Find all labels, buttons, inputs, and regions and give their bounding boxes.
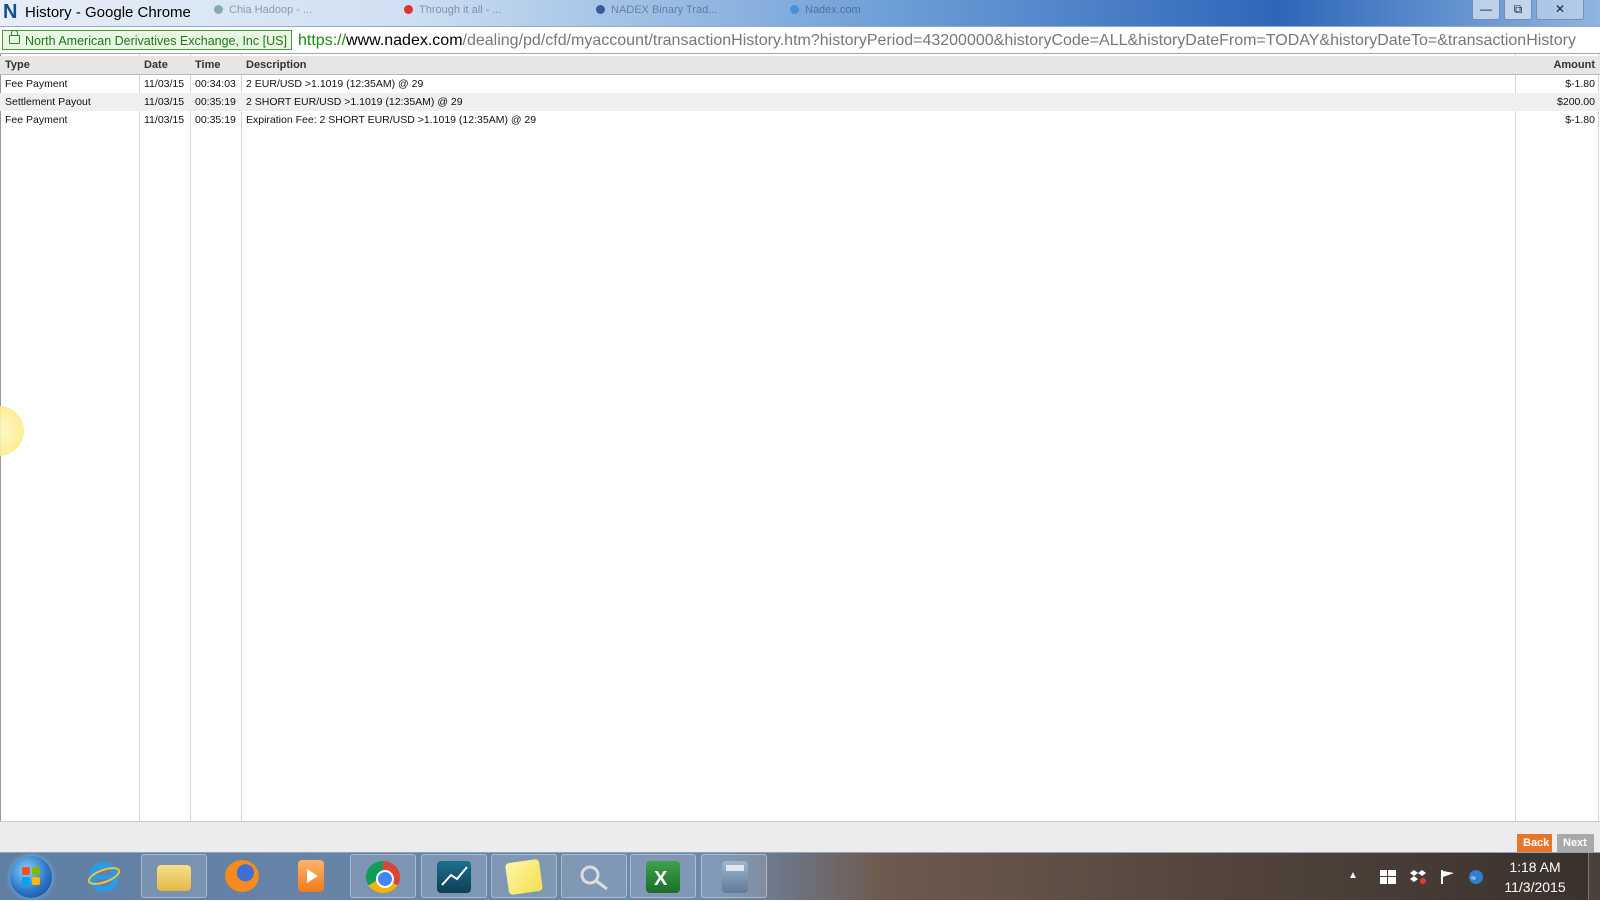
taskbar-firefox[interactable]	[210, 854, 276, 898]
cell-time: 00:35:19	[195, 96, 236, 108]
excel-icon: X	[646, 861, 680, 893]
close-icon[interactable]: ✕	[1536, 0, 1584, 20]
clock-time: 1:18 AM	[1509, 859, 1561, 875]
sticky-notes-icon	[504, 858, 544, 896]
system-clock[interactable]: 1:18 AM 11/3/2015	[1492, 857, 1578, 897]
back-button[interactable]: Back	[1517, 834, 1552, 853]
window-title: History - Google Chrome	[25, 4, 191, 21]
window-title-bar: N History - Google Chrome Chia Hadoop - …	[0, 0, 1600, 26]
taskbar-trading-platform[interactable]	[421, 854, 487, 898]
trading-chart-icon	[437, 861, 471, 893]
taskbar-calculator[interactable]	[701, 854, 767, 898]
cell-description: Expiration Fee: 2 SHORT EUR/USD >1.1019 …	[246, 114, 537, 126]
network-key-icon	[577, 861, 611, 893]
cell-amount: $-1.80	[1565, 114, 1595, 126]
cursor-highlight	[0, 406, 24, 456]
windows-logo-icon	[22, 867, 40, 885]
column-header-time[interactable]: Time	[195, 56, 220, 75]
taskbar-chrome[interactable]	[350, 854, 416, 898]
folder-icon	[157, 865, 191, 891]
ev-certificate-label: North American Derivatives Exchange, Inc…	[25, 34, 287, 48]
cell-description: 2 SHORT EUR/USD >1.1019 (12:35AM) @ 29	[246, 96, 463, 108]
table-row: Fee Payment 11/03/15 00:34:03 2 EUR/USD …	[0, 75, 1600, 93]
windows-update-icon[interactable]	[1380, 870, 1396, 884]
calculator-icon	[722, 861, 748, 893]
chrome-icon	[366, 861, 400, 893]
lock-icon	[9, 30, 20, 44]
next-button[interactable]: Next	[1557, 834, 1594, 853]
ev-certificate-badge[interactable]: North American Derivatives Exchange, Inc…	[2, 30, 292, 50]
pagination-footer: Back Next	[0, 821, 1600, 853]
taskbar-excel[interactable]: X	[630, 854, 696, 898]
table-row: Settlement Payout 11/03/15 00:35:19 2 SH…	[0, 93, 1600, 111]
taskbar-network-tool[interactable]	[561, 854, 627, 898]
windows-start-button[interactable]	[10, 856, 52, 898]
background-tab[interactable]: Through it all - ...	[404, 4, 502, 22]
minimize-icon[interactable]: —	[1472, 0, 1500, 20]
cell-time: 00:35:19	[195, 114, 236, 126]
action-center-flag-icon[interactable]	[1440, 870, 1456, 884]
cell-date: 11/03/15	[144, 96, 185, 108]
table-row: Fee Payment 11/03/15 00:35:19 Expiration…	[0, 111, 1600, 129]
svg-text:X: X	[654, 868, 668, 890]
show-hidden-icons-icon[interactable]: ▲	[1348, 870, 1364, 884]
column-header-amount[interactable]: Amount	[1553, 56, 1595, 75]
background-tab[interactable]: NADEX Binary Trad...	[596, 4, 717, 22]
clock-date: 11/3/2015	[1504, 879, 1566, 895]
taskbar-file-explorer[interactable]	[141, 854, 207, 898]
internet-explorer-icon	[87, 860, 121, 892]
background-tab[interactable]: Nadex.com	[790, 4, 861, 22]
taskbar-sticky-notes[interactable]	[491, 854, 557, 898]
cell-amount: $-1.80	[1565, 78, 1595, 90]
cell-description: 2 EUR/USD >1.1019 (12:35AM) @ 29	[246, 78, 424, 90]
taskbar-internet-explorer[interactable]	[72, 854, 138, 898]
cell-amount: $200.00	[1557, 96, 1595, 108]
cell-date: 11/03/15	[144, 114, 185, 126]
firefox-icon	[225, 860, 259, 892]
table-header: Type Date Time Description Amount	[0, 56, 1600, 75]
column-header-date[interactable]: Date	[144, 56, 168, 75]
taskbar-media-player[interactable]	[278, 854, 344, 898]
restore-icon[interactable]: ⧉	[1504, 0, 1532, 20]
nadex-app-icon: N	[3, 1, 18, 23]
taskbar: X ▲ ≈ 1:18 AM 11/3/2015	[0, 852, 1600, 901]
transaction-history-table: Type Date Time Description Amount Fee Pa…	[0, 54, 1600, 821]
column-header-type[interactable]: Type	[5, 56, 30, 75]
show-desktop-button[interactable]	[1588, 853, 1600, 901]
cell-type: Fee Payment	[5, 114, 68, 126]
media-player-icon	[298, 860, 324, 892]
address-bar[interactable]: North American Derivatives Exchange, Inc…	[0, 26, 1600, 54]
network-status-icon[interactable]: ≈	[1468, 870, 1484, 884]
url-text[interactable]: https://www.nadex.com/dealing/pd/cfd/mya…	[298, 31, 1576, 51]
svg-text:≈: ≈	[1471, 873, 1476, 883]
system-tray: ▲ ≈	[1340, 853, 1483, 901]
cell-date: 11/03/15	[144, 78, 185, 90]
cell-time: 00:34:03	[195, 78, 236, 90]
background-tab[interactable]: Chia Hadoop - ...	[214, 4, 312, 22]
dropbox-icon[interactable]	[1410, 870, 1426, 884]
cell-type: Settlement Payout	[5, 96, 91, 108]
column-header-description[interactable]: Description	[246, 56, 307, 75]
cell-type: Fee Payment	[5, 78, 68, 90]
